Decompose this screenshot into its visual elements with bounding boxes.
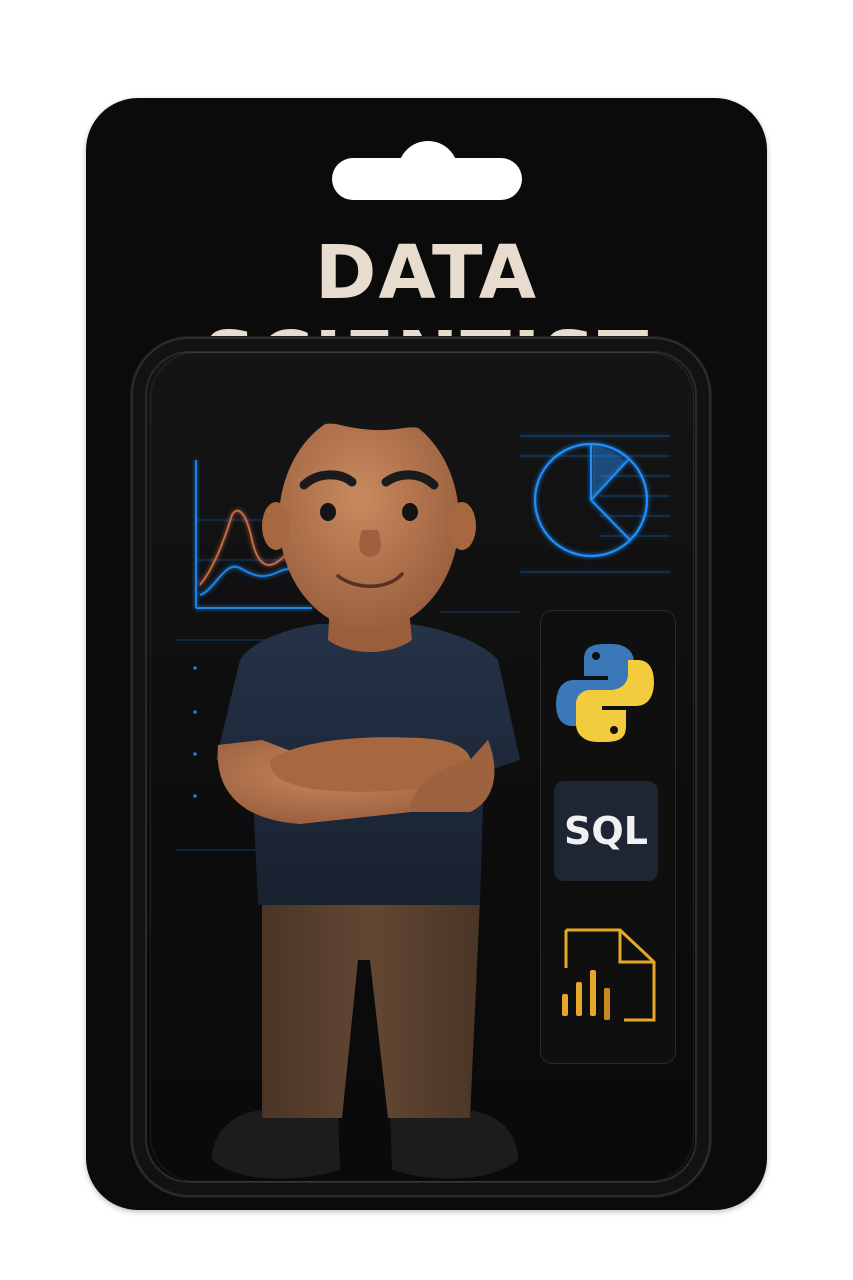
action-figure [212, 374, 520, 1179]
shoes [212, 1110, 518, 1179]
pants [262, 900, 480, 1118]
crossed-arms [217, 737, 495, 824]
head [262, 374, 476, 630]
